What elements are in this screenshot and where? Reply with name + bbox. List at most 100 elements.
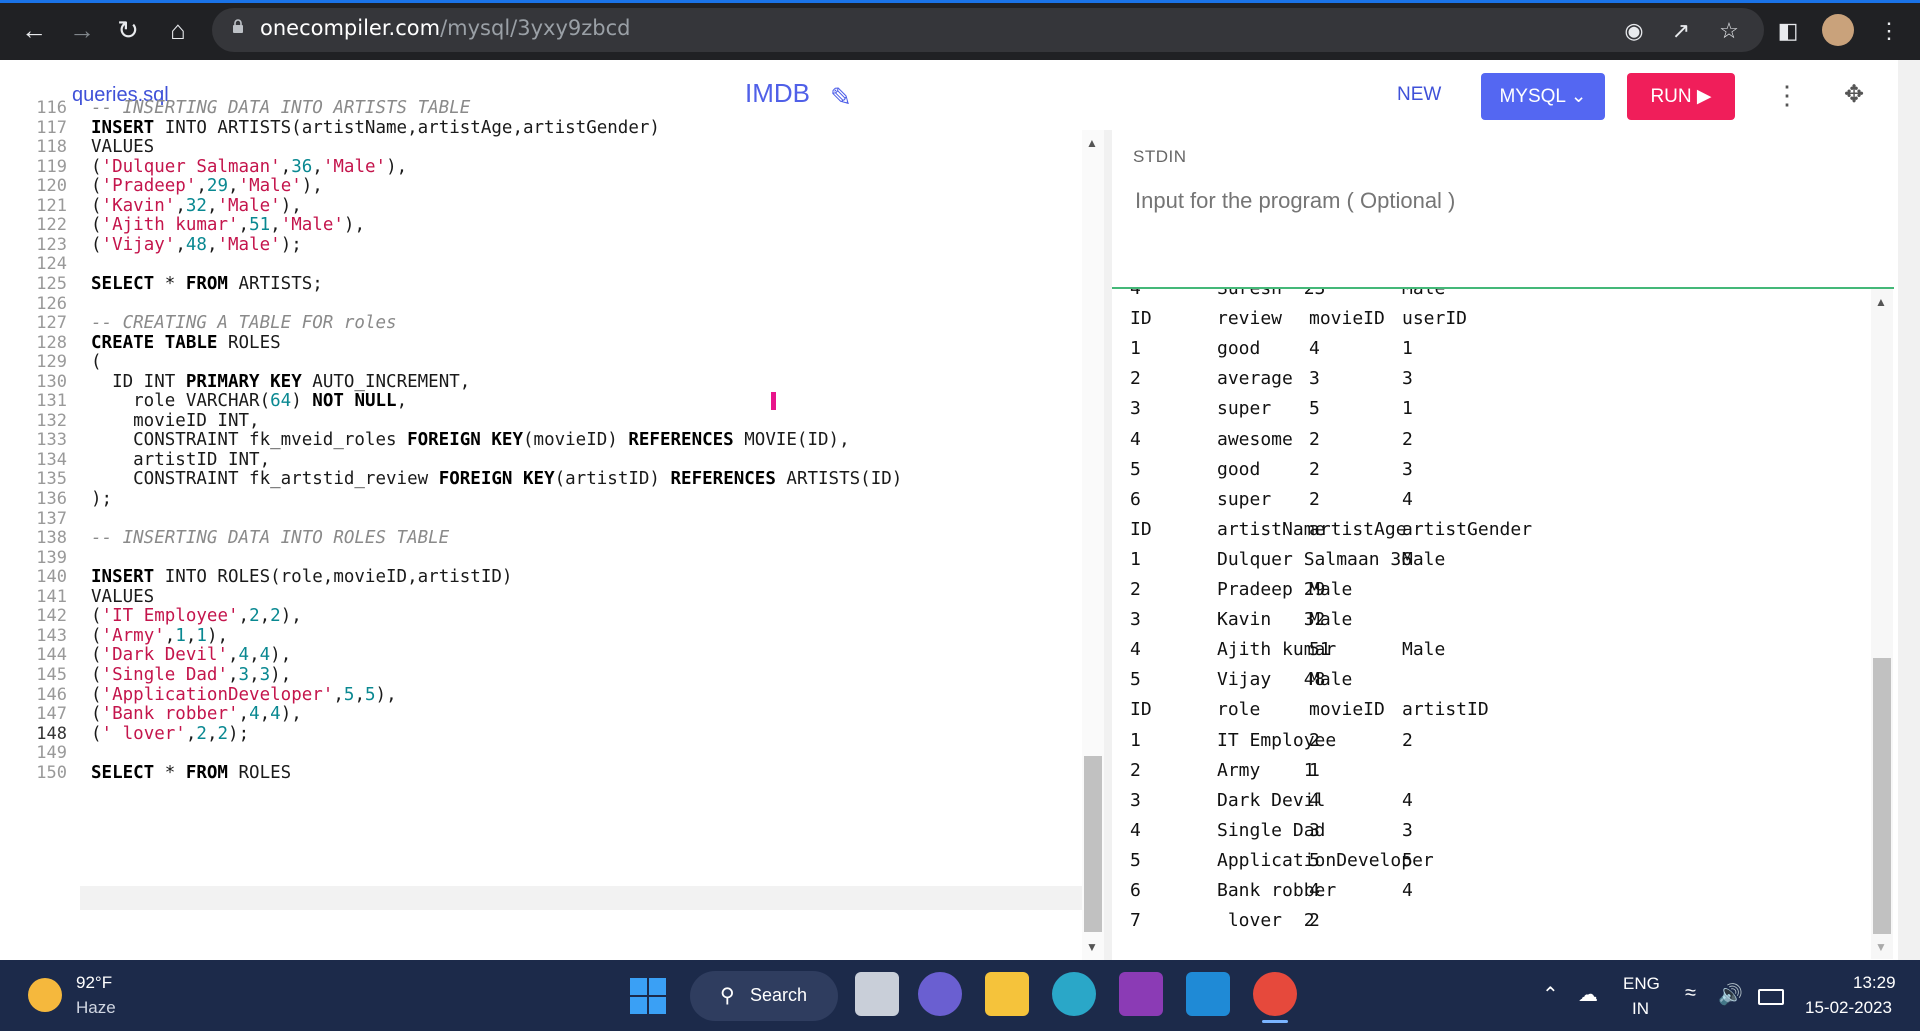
vscode-icon[interactable] xyxy=(1186,972,1230,1016)
code-line[interactable]: ('Ajith kumar',51,'Male'), xyxy=(91,215,365,235)
volume-icon[interactable]: 🔊 xyxy=(1718,982,1743,1007)
line-number: 130 xyxy=(36,371,67,392)
code-line[interactable]: movieID INT, xyxy=(91,411,259,431)
pane-divider[interactable] xyxy=(1104,130,1112,960)
output-scrollbar-thumb[interactable] xyxy=(1873,658,1891,934)
output-cell: 2 xyxy=(1130,759,1141,781)
code-line[interactable]: SELECT * FROM ROLES xyxy=(91,763,291,783)
code-line[interactable]: CREATE TABLE ROLES xyxy=(91,333,281,353)
output-cell: ID xyxy=(1130,518,1152,540)
code-line[interactable]: ); xyxy=(91,489,112,509)
file-explorer-icon[interactable] xyxy=(985,972,1029,1016)
output-scroll-down-icon[interactable]: ▼ xyxy=(1875,940,1887,954)
output-cell: 4 xyxy=(1130,819,1141,841)
text-cursor xyxy=(771,392,776,410)
code-line[interactable]: ('Vijay',48,'Male'); xyxy=(91,235,302,255)
code-line[interactable]: ('Bank robber',4,4), xyxy=(91,704,302,724)
collapse-icon[interactable]: ✥ xyxy=(1844,80,1864,109)
output-cell: 3 xyxy=(1402,819,1413,841)
code-line[interactable]: ('Kavin',32,'Male'), xyxy=(91,196,302,216)
more-menu-icon[interactable]: ⋮ xyxy=(1774,80,1800,111)
scroll-up-icon[interactable]: ▲ xyxy=(1086,136,1098,150)
line-number: 119 xyxy=(36,156,67,177)
eye-off-icon[interactable]: ◉ xyxy=(1617,14,1651,48)
language-select-button[interactable]: MYSQL ⌄ xyxy=(1481,73,1605,120)
wifi-icon[interactable]: ≈ xyxy=(1685,982,1696,1005)
network-error-icon[interactable]: ☁ xyxy=(1578,982,1598,1007)
output-cell: 5 xyxy=(1130,669,1141,691)
code-line[interactable]: -- CREATING A TABLE FOR roles xyxy=(91,313,397,333)
side-panel-icon[interactable]: ◧ xyxy=(1771,14,1805,48)
code-line[interactable]: INSERT INTO ARTISTS(artistName,artistAge… xyxy=(91,118,660,138)
code-line[interactable]: ('Dark Devil',4,4), xyxy=(91,645,291,665)
code-line[interactable]: ('ApplicationDeveloper',5,5), xyxy=(91,685,397,705)
weather-temp[interactable]: 92°F xyxy=(76,973,112,993)
code-line[interactable]: VALUES xyxy=(91,587,154,607)
output-cell: 2 xyxy=(1309,729,1320,751)
code-line[interactable]: artistID INT, xyxy=(91,450,270,470)
code-line[interactable]: (' lover',2,2); xyxy=(91,724,249,744)
output-cell: 2 xyxy=(1309,910,1320,932)
output-cell: average xyxy=(1217,368,1293,390)
star-icon[interactable]: ☆ xyxy=(1712,14,1746,48)
chrome-icon[interactable] xyxy=(1253,972,1297,1016)
code-line[interactable]: ('Dulquer Salmaan',36,'Male'), xyxy=(91,157,407,177)
line-number: 139 xyxy=(36,547,67,568)
code-line[interactable]: CONSTRAINT fk_artstid_review FOREIGN KEY… xyxy=(91,469,902,489)
active-app-indicator xyxy=(1262,1020,1288,1023)
clock-time[interactable]: 13:29 xyxy=(1853,973,1896,993)
clock-date[interactable]: 15-02-2023 xyxy=(1805,998,1892,1018)
code-line[interactable]: SELECT * FROM ARTISTS; xyxy=(91,274,323,294)
stdin-input[interactable] xyxy=(1133,185,1837,217)
edge-icon[interactable] xyxy=(1052,972,1096,1016)
code-line[interactable]: VALUES xyxy=(91,137,154,157)
line-number: 121 xyxy=(36,195,67,216)
output-cell: 7 xyxy=(1130,910,1141,932)
weather-icon[interactable] xyxy=(28,978,62,1012)
output-cell: 3 xyxy=(1309,819,1320,841)
share-icon[interactable]: ↗ xyxy=(1664,14,1698,48)
output-cell: super xyxy=(1217,488,1272,510)
code-lines[interactable]: 116 -- INSERTING DATA INTO ARTISTS TABLE 1… xyxy=(0,0,1085,960)
battery-icon[interactable] xyxy=(1758,989,1784,1005)
search-icon: ⚲ xyxy=(720,985,735,1007)
code-line[interactable]: ('Single Dad',3,3), xyxy=(91,665,291,685)
code-line[interactable]: role VARCHAR(64) NOT NULL, xyxy=(91,391,407,411)
onenote-icon[interactable] xyxy=(1119,972,1163,1016)
code-line[interactable]: ( xyxy=(91,352,102,372)
code-line[interactable]: INSERT INTO ROLES(role,movieID,artistID) xyxy=(91,567,512,587)
output-cell: 5 xyxy=(1309,398,1320,420)
new-button[interactable]: NEW xyxy=(1397,84,1441,106)
stdin-label: STDIN xyxy=(1133,147,1187,166)
code-line[interactable]: -- INSERTING DATA INTO ARTISTS TABLE xyxy=(91,98,470,118)
code-line[interactable]: ('IT Employee',2,2), xyxy=(91,606,302,626)
avatar[interactable] xyxy=(1822,14,1854,46)
teams-chat-icon[interactable] xyxy=(918,972,962,1016)
code-line[interactable]: ID INT PRIMARY KEY AUTO_INCREMENT, xyxy=(91,372,470,392)
weather-desc[interactable]: Haze xyxy=(76,998,116,1018)
code-line[interactable]: ('Pradeep',29,'Male'), xyxy=(91,176,323,196)
line-number: 127 xyxy=(36,313,67,334)
browser-menu-icon[interactable]: ⋮ xyxy=(1872,14,1906,48)
windows-start-icon[interactable] xyxy=(630,978,666,1014)
code-line[interactable]: ('Army',1,1), xyxy=(91,626,228,646)
output-cell: 2 xyxy=(1130,368,1141,390)
output-scroll-up-icon[interactable]: ▲ xyxy=(1875,295,1887,309)
output-panel: 4 Suresh 23 Male ID review movieID userID 1 good… xyxy=(1112,289,1872,959)
run-button[interactable]: RUN ▶ xyxy=(1627,73,1735,120)
code-line[interactable]: -- INSERTING DATA INTO ROLES TABLE xyxy=(91,528,449,548)
scroll-down-icon[interactable]: ▼ xyxy=(1086,940,1098,954)
code-line[interactable]: CONSTRAINT fk_mveid_roles FOREIGN KEY(mo… xyxy=(91,430,849,450)
lang-top[interactable]: ENG xyxy=(1623,974,1660,994)
chevron-up-icon[interactable]: ⌃ xyxy=(1542,982,1559,1007)
task-view-icon[interactable] xyxy=(855,972,899,1016)
play-icon: ▶ xyxy=(1696,86,1712,107)
output-cell: movieID xyxy=(1309,308,1385,330)
lang-bottom[interactable]: IN xyxy=(1632,999,1649,1019)
editor-scrollbar-thumb[interactable] xyxy=(1084,756,1102,932)
line-number: 128 xyxy=(36,332,67,353)
chevron-down-icon: ⌄ xyxy=(1570,86,1587,107)
page-scrollbar[interactable] xyxy=(1898,60,1920,960)
output-cell: artistID xyxy=(1402,699,1489,721)
output-cell: 4 xyxy=(1309,338,1320,360)
